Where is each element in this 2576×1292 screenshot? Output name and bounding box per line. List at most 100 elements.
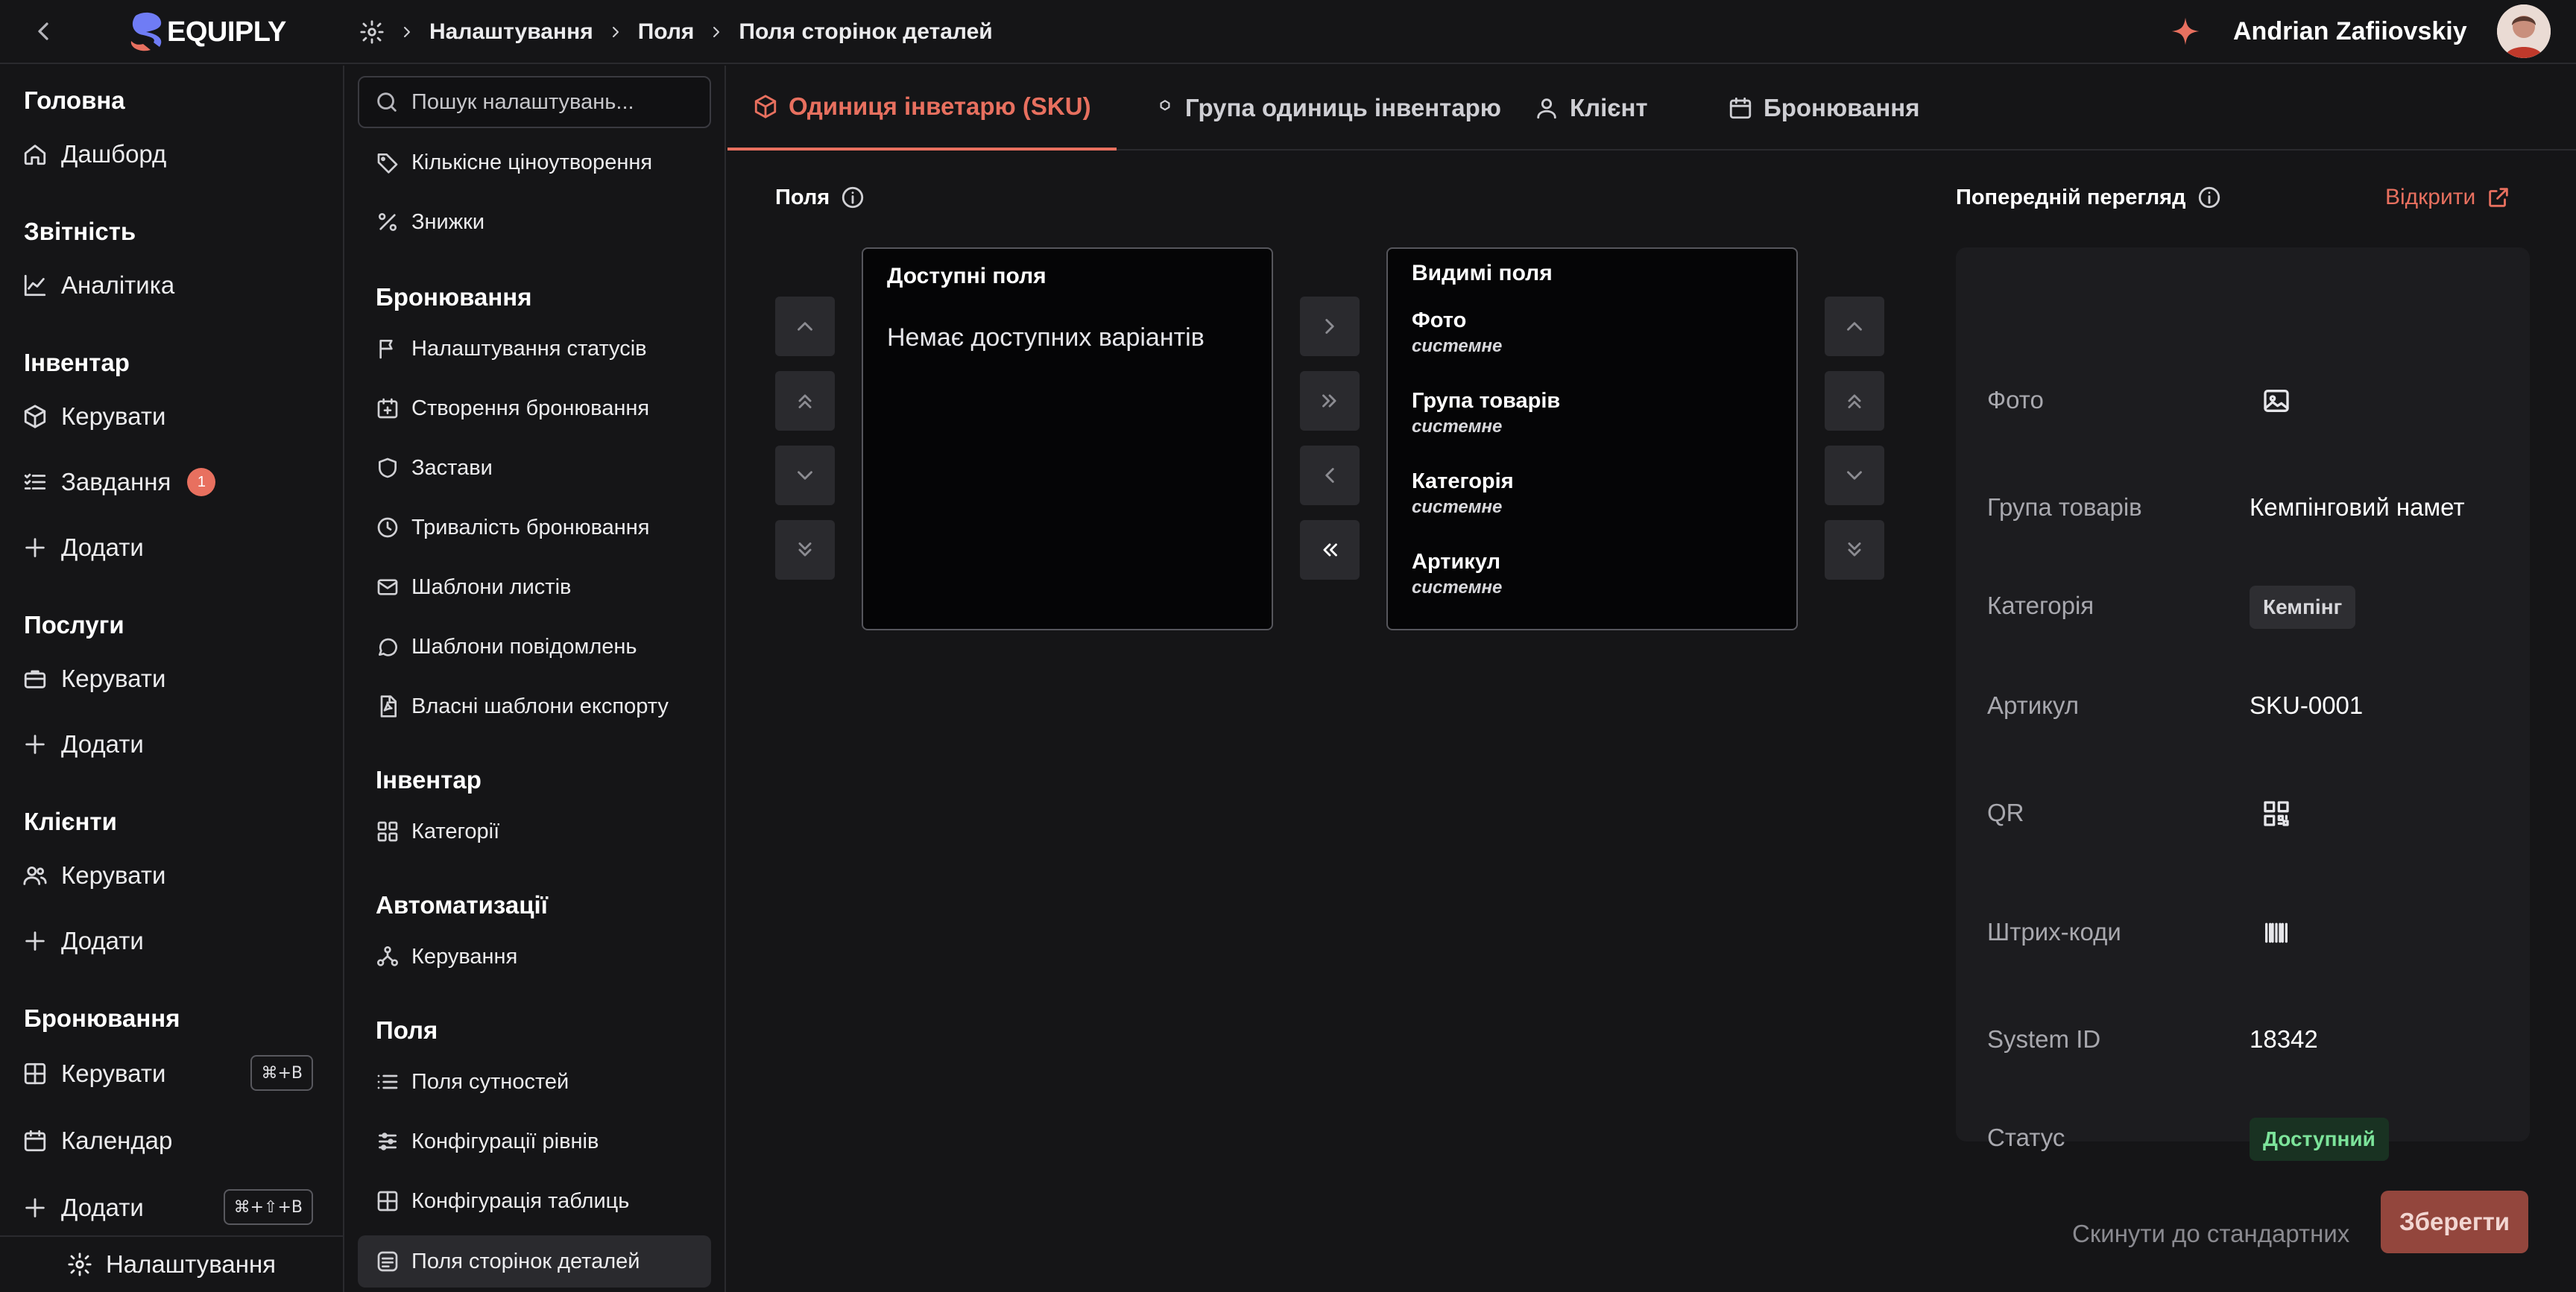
visible-move-top-button[interactable] [1825, 371, 1884, 431]
sparkle-icon[interactable] [2169, 15, 2202, 48]
mail-icon [376, 575, 400, 599]
nav-item-dashboard[interactable]: Дашборд [22, 137, 166, 171]
visible-field-item[interactable]: Категорія системне [1412, 469, 1514, 518]
nav-item-label: Керувати [61, 402, 166, 430]
info-icon[interactable] [840, 185, 865, 210]
percent-icon [376, 210, 400, 234]
chevrons-up-icon [792, 388, 818, 414]
menu-item-status-settings[interactable]: Налаштування статусів [376, 332, 647, 365]
settings-search-input[interactable] [411, 89, 695, 115]
nav-item-analytics[interactable]: Аналітика [22, 268, 174, 303]
user-name[interactable]: Andrian Zafiiovskiy [2233, 15, 2467, 48]
available-move-top-button[interactable] [775, 371, 835, 431]
menu-item-message-templates[interactable]: Шаблони повідомлень [376, 630, 637, 663]
workflow-icon [376, 945, 400, 969]
menu-group-fields: Поля [376, 1016, 438, 1044]
menu-item-label: Власні шаблони експорту [411, 694, 669, 718]
available-move-down-button[interactable] [775, 446, 835, 505]
menu-item-booking-creation[interactable]: Створення бронювання [376, 392, 649, 425]
chevron-down-icon [792, 463, 818, 488]
menu-item-entity-fields[interactable]: Поля сутностей [376, 1065, 569, 1098]
nav-item-bookings-add[interactable]: Додати [22, 1191, 144, 1225]
table-icon [376, 1189, 400, 1213]
visible-field-item[interactable]: Група товарів системне [1412, 389, 1560, 437]
menu-item-label: Знижки [411, 209, 485, 234]
app-logo[interactable]: EQUIPLY [125, 6, 286, 58]
nav-item-clients-add[interactable]: Додати [22, 924, 144, 958]
available-fields-empty: Немає доступних варіантів [887, 323, 1205, 352]
gear-icon[interactable] [359, 19, 385, 45]
menu-item-export-templates[interactable]: Власні шаблони експорту [376, 690, 669, 723]
avatar[interactable] [2497, 4, 2551, 58]
qr-icon [2261, 799, 2291, 829]
breadcrumb-item-settings[interactable]: Налаштування [429, 19, 593, 45]
visible-move-up-button[interactable] [1825, 297, 1884, 356]
move-selected-right-button[interactable] [1300, 297, 1360, 356]
visible-field-item[interactable]: Фото системне [1412, 308, 1502, 357]
visible-fields-list[interactable]: Видимі поля Фото системне Група товарів … [1386, 247, 1798, 630]
nav-item-calendar[interactable]: Календар [22, 1124, 172, 1158]
sliders-icon [376, 1130, 400, 1153]
visible-move-bottom-button[interactable] [1825, 520, 1884, 580]
chevrons-down-icon [792, 537, 818, 563]
tab-booking[interactable]: Бронювання [1702, 66, 1945, 151]
move-selected-left-button[interactable] [1300, 446, 1360, 505]
menu-item-email-templates[interactable]: Шаблони листів [376, 571, 571, 604]
open-preview-link[interactable]: Відкрити [2385, 185, 2511, 210]
move-all-left-button[interactable] [1300, 520, 1360, 580]
preview-row-label: Група товарів [1987, 493, 2142, 521]
plus-icon [22, 1195, 48, 1220]
nav-item-inventory-manage[interactable]: Керувати [22, 399, 165, 434]
menu-group-inventory: Інвентар [376, 766, 482, 794]
nav-settings-link[interactable]: Налаштування [0, 1235, 343, 1292]
menu-item-deposits[interactable]: Застави [376, 452, 493, 484]
menu-item-detail-page-fields[interactable]: Поля сторінок деталей [358, 1235, 711, 1288]
visible-move-down-button[interactable] [1825, 446, 1884, 505]
tab-sku[interactable]: Одиниця інветарю (SKU) [727, 66, 1117, 151]
visible-field-item[interactable]: Артикул системне [1412, 550, 1502, 598]
available-move-up-button[interactable] [775, 297, 835, 356]
chevron-up-icon [1842, 314, 1867, 339]
available-fields-list[interactable]: Доступні поля Немає доступних варіантів [862, 247, 1273, 630]
visible-field-name: Група товарів [1412, 389, 1561, 413]
nav-item-services-manage[interactable]: Керувати [22, 662, 165, 696]
entity-tabs: Одиниця інветарю (SKU) Група одиниць інв… [727, 66, 2576, 151]
nav-item-label: Керувати [61, 665, 166, 692]
preview-row-label: Артикул [1987, 691, 2080, 719]
menu-item-table-config[interactable]: Конфігурація таблиць [376, 1185, 629, 1217]
logo-mark-icon [125, 8, 171, 56]
reset-defaults-button[interactable]: Скинути до стандартних [2057, 1203, 2364, 1265]
user-icon [1534, 95, 1559, 121]
chevrons-left-icon [1317, 537, 1342, 563]
flag-icon [376, 337, 400, 361]
chat-bubble-icon [376, 635, 400, 659]
image-icon [2261, 386, 2291, 416]
back-chevron-icon[interactable] [28, 16, 58, 46]
menu-item-quantity-pricing[interactable]: Кількісне ціноутворення [376, 146, 652, 179]
nav-item-tasks[interactable]: Завдання 1 [22, 465, 216, 499]
nav-section-home: Головна [24, 86, 125, 114]
menu-item-categories[interactable]: Категорії [376, 815, 499, 848]
nav-item-clients-manage[interactable]: Керувати [22, 858, 165, 893]
settings-search[interactable] [358, 76, 711, 128]
home-icon [22, 142, 48, 167]
menu-group-automations: Автоматизації [376, 891, 548, 919]
menu-item-level-config[interactable]: Конфігурації рівнів [376, 1125, 599, 1158]
tab-client[interactable]: Клієнт [1509, 66, 1673, 151]
fields-label-text: Поля [775, 185, 830, 209]
breadcrumb-item-fields[interactable]: Поля [638, 19, 695, 45]
menu-item-discounts[interactable]: Знижки [376, 206, 484, 238]
move-all-right-button[interactable] [1300, 371, 1360, 431]
menu-item-automation-manage[interactable]: Керування [376, 940, 517, 973]
nav-item-label: Керувати [61, 861, 166, 889]
info-icon[interactable] [2197, 185, 2222, 210]
tab-inventory-group[interactable]: Група одиниць інвентарю [1130, 66, 1527, 151]
nav-item-inventory-add[interactable]: Додати [22, 531, 144, 565]
save-button[interactable]: Зберегти [2381, 1191, 2528, 1253]
nav-item-services-add[interactable]: Додати [22, 727, 144, 761]
calendar-plus-icon [376, 396, 400, 420]
available-move-bottom-button[interactable] [775, 520, 835, 580]
nav-item-bookings-manage[interactable]: Керувати [22, 1057, 165, 1091]
menu-item-label: Тривалість бронювання [411, 515, 650, 539]
menu-item-booking-duration[interactable]: Тривалість бронювання [376, 511, 650, 544]
